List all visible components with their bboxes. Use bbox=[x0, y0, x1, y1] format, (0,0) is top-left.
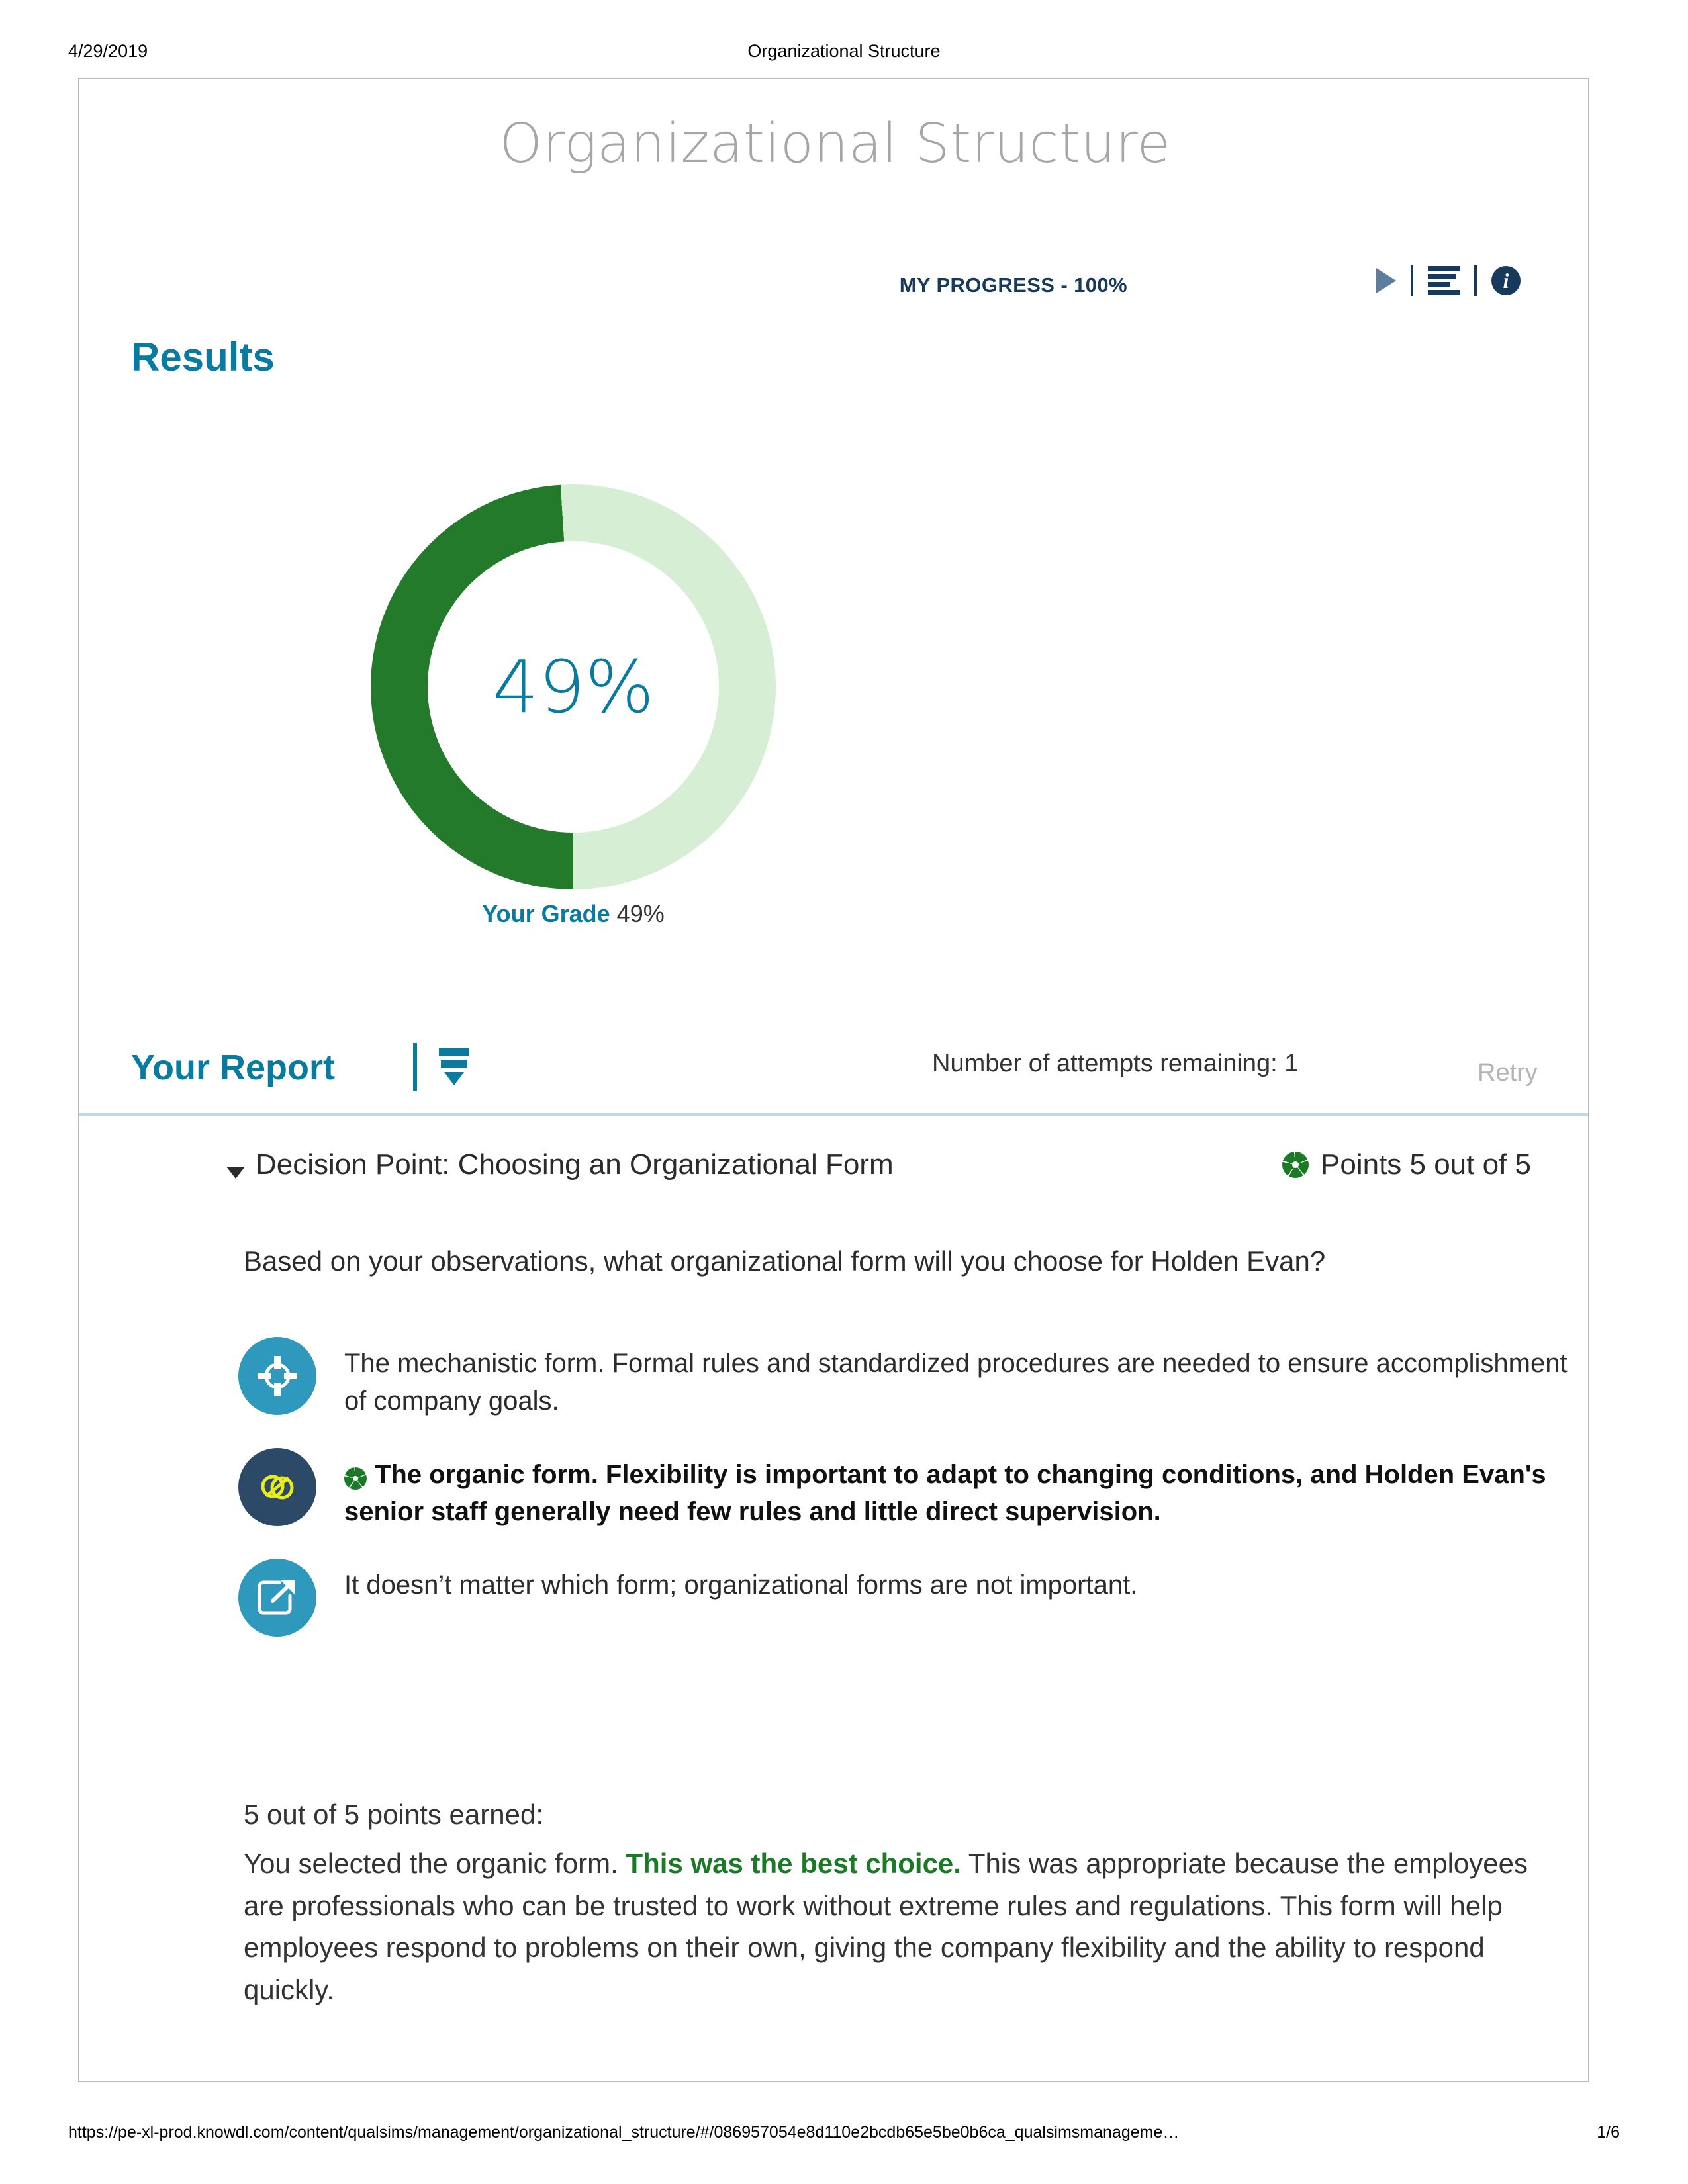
grade-caption-label: Your Grade bbox=[482, 900, 610, 927]
green-pinwheel-icon bbox=[344, 1467, 367, 1490]
divider bbox=[413, 1043, 417, 1091]
toolbar-icons: i bbox=[1376, 265, 1521, 296]
grade-caption-value: 49% bbox=[616, 900, 665, 927]
decision-point-question: Based on your observations, what organiz… bbox=[244, 1246, 1326, 1277]
linked-loops-icon bbox=[238, 1447, 316, 1526]
answer-options-list: The mechanistic form. Formal rules and s… bbox=[238, 1337, 1582, 1664]
grade-caption: Your Grade 49% bbox=[371, 900, 776, 928]
points-earned-line: 5 out of 5 points earned: bbox=[244, 1799, 543, 1830]
feedback-text-before: You selected the organic form. bbox=[244, 1847, 626, 1879]
divider bbox=[1411, 265, 1413, 296]
course-title: Organizational Structure bbox=[499, 113, 1171, 175]
filter-icon[interactable] bbox=[437, 1048, 471, 1087]
filter-tip bbox=[444, 1072, 464, 1085]
report-title: Your Report bbox=[131, 1048, 335, 1087]
menu-line bbox=[1428, 290, 1460, 295]
report-bar: Your Report Number of attempts remaining… bbox=[79, 1031, 1588, 1120]
donut-center-value: 49% bbox=[492, 645, 655, 729]
info-icon[interactable]: i bbox=[1491, 266, 1521, 295]
retry-button[interactable]: Retry bbox=[1477, 1059, 1538, 1087]
points-badge: Points 5 out of 5 bbox=[1282, 1148, 1531, 1181]
my-progress-label: MY PROGRESS - 100% bbox=[899, 273, 1127, 296]
feedback-paragraph: You selected the organic form. This was … bbox=[244, 1843, 1574, 2011]
chevron-down-icon[interactable] bbox=[226, 1167, 245, 1179]
section-divider bbox=[79, 1113, 1588, 1116]
menu-line bbox=[1428, 282, 1450, 287]
filter-line bbox=[439, 1048, 469, 1056]
footer-url: https://pe-xl-prod.knowdl.com/content/qu… bbox=[68, 2123, 1180, 2142]
print-footer: https://pe-xl-prod.knowdl.com/content/qu… bbox=[0, 2123, 1688, 2150]
points-label: Points 5 out of 5 bbox=[1321, 1148, 1531, 1181]
page-frame: Organizational Structure MY PROGRESS - 1… bbox=[78, 78, 1589, 2082]
progress-toolbar-row: MY PROGRESS - 100% i bbox=[79, 265, 1588, 308]
footer-page-number: 1/6 bbox=[1597, 2123, 1620, 2142]
filter-line bbox=[441, 1060, 467, 1068]
answer-option[interactable]: It doesn’t matter which form; organizati… bbox=[238, 1559, 1582, 1637]
answer-option[interactable]: The mechanistic form. Formal rules and s… bbox=[238, 1337, 1582, 1420]
page-title: Results bbox=[131, 335, 275, 379]
divider bbox=[1474, 265, 1477, 296]
best-choice-highlight: This was the best choice. bbox=[626, 1847, 961, 1879]
decision-point-header[interactable]: Decision Point: Choosing an Organization… bbox=[79, 1148, 1588, 1195]
menu-line bbox=[1428, 266, 1460, 271]
grade-donut-chart: 49% bbox=[371, 484, 776, 889]
answer-option-text: The organic form. Flexibility is importa… bbox=[344, 1448, 1582, 1531]
answer-option-label: The organic form. Flexibility is importa… bbox=[344, 1459, 1546, 1527]
answer-option-text: It doesn’t matter which form; organizati… bbox=[344, 1570, 1138, 1600]
menu-line bbox=[1428, 274, 1456, 279]
green-pinwheel-icon bbox=[1282, 1152, 1309, 1178]
print-document-title: Organizational Structure bbox=[747, 41, 941, 61]
attempts-remaining-text: Number of attempts remaining: 1 bbox=[932, 1050, 1299, 1077]
decision-point-title: Decision Point: Choosing an Organization… bbox=[256, 1148, 894, 1181]
crosshair-target-icon bbox=[238, 1337, 316, 1415]
feedback-block: 5 out of 5 points earned: You selected t… bbox=[244, 1794, 1574, 2011]
print-header: 4/29/2019 Organizational Structure bbox=[0, 41, 1688, 68]
menu-lines-icon[interactable] bbox=[1428, 266, 1460, 295]
answer-option-selected[interactable]: The organic form. Flexibility is importa… bbox=[238, 1447, 1582, 1531]
play-icon[interactable] bbox=[1376, 268, 1396, 293]
external-link-icon bbox=[238, 1559, 316, 1637]
answer-option-text: The mechanistic form. Formal rules and s… bbox=[344, 1349, 1568, 1416]
